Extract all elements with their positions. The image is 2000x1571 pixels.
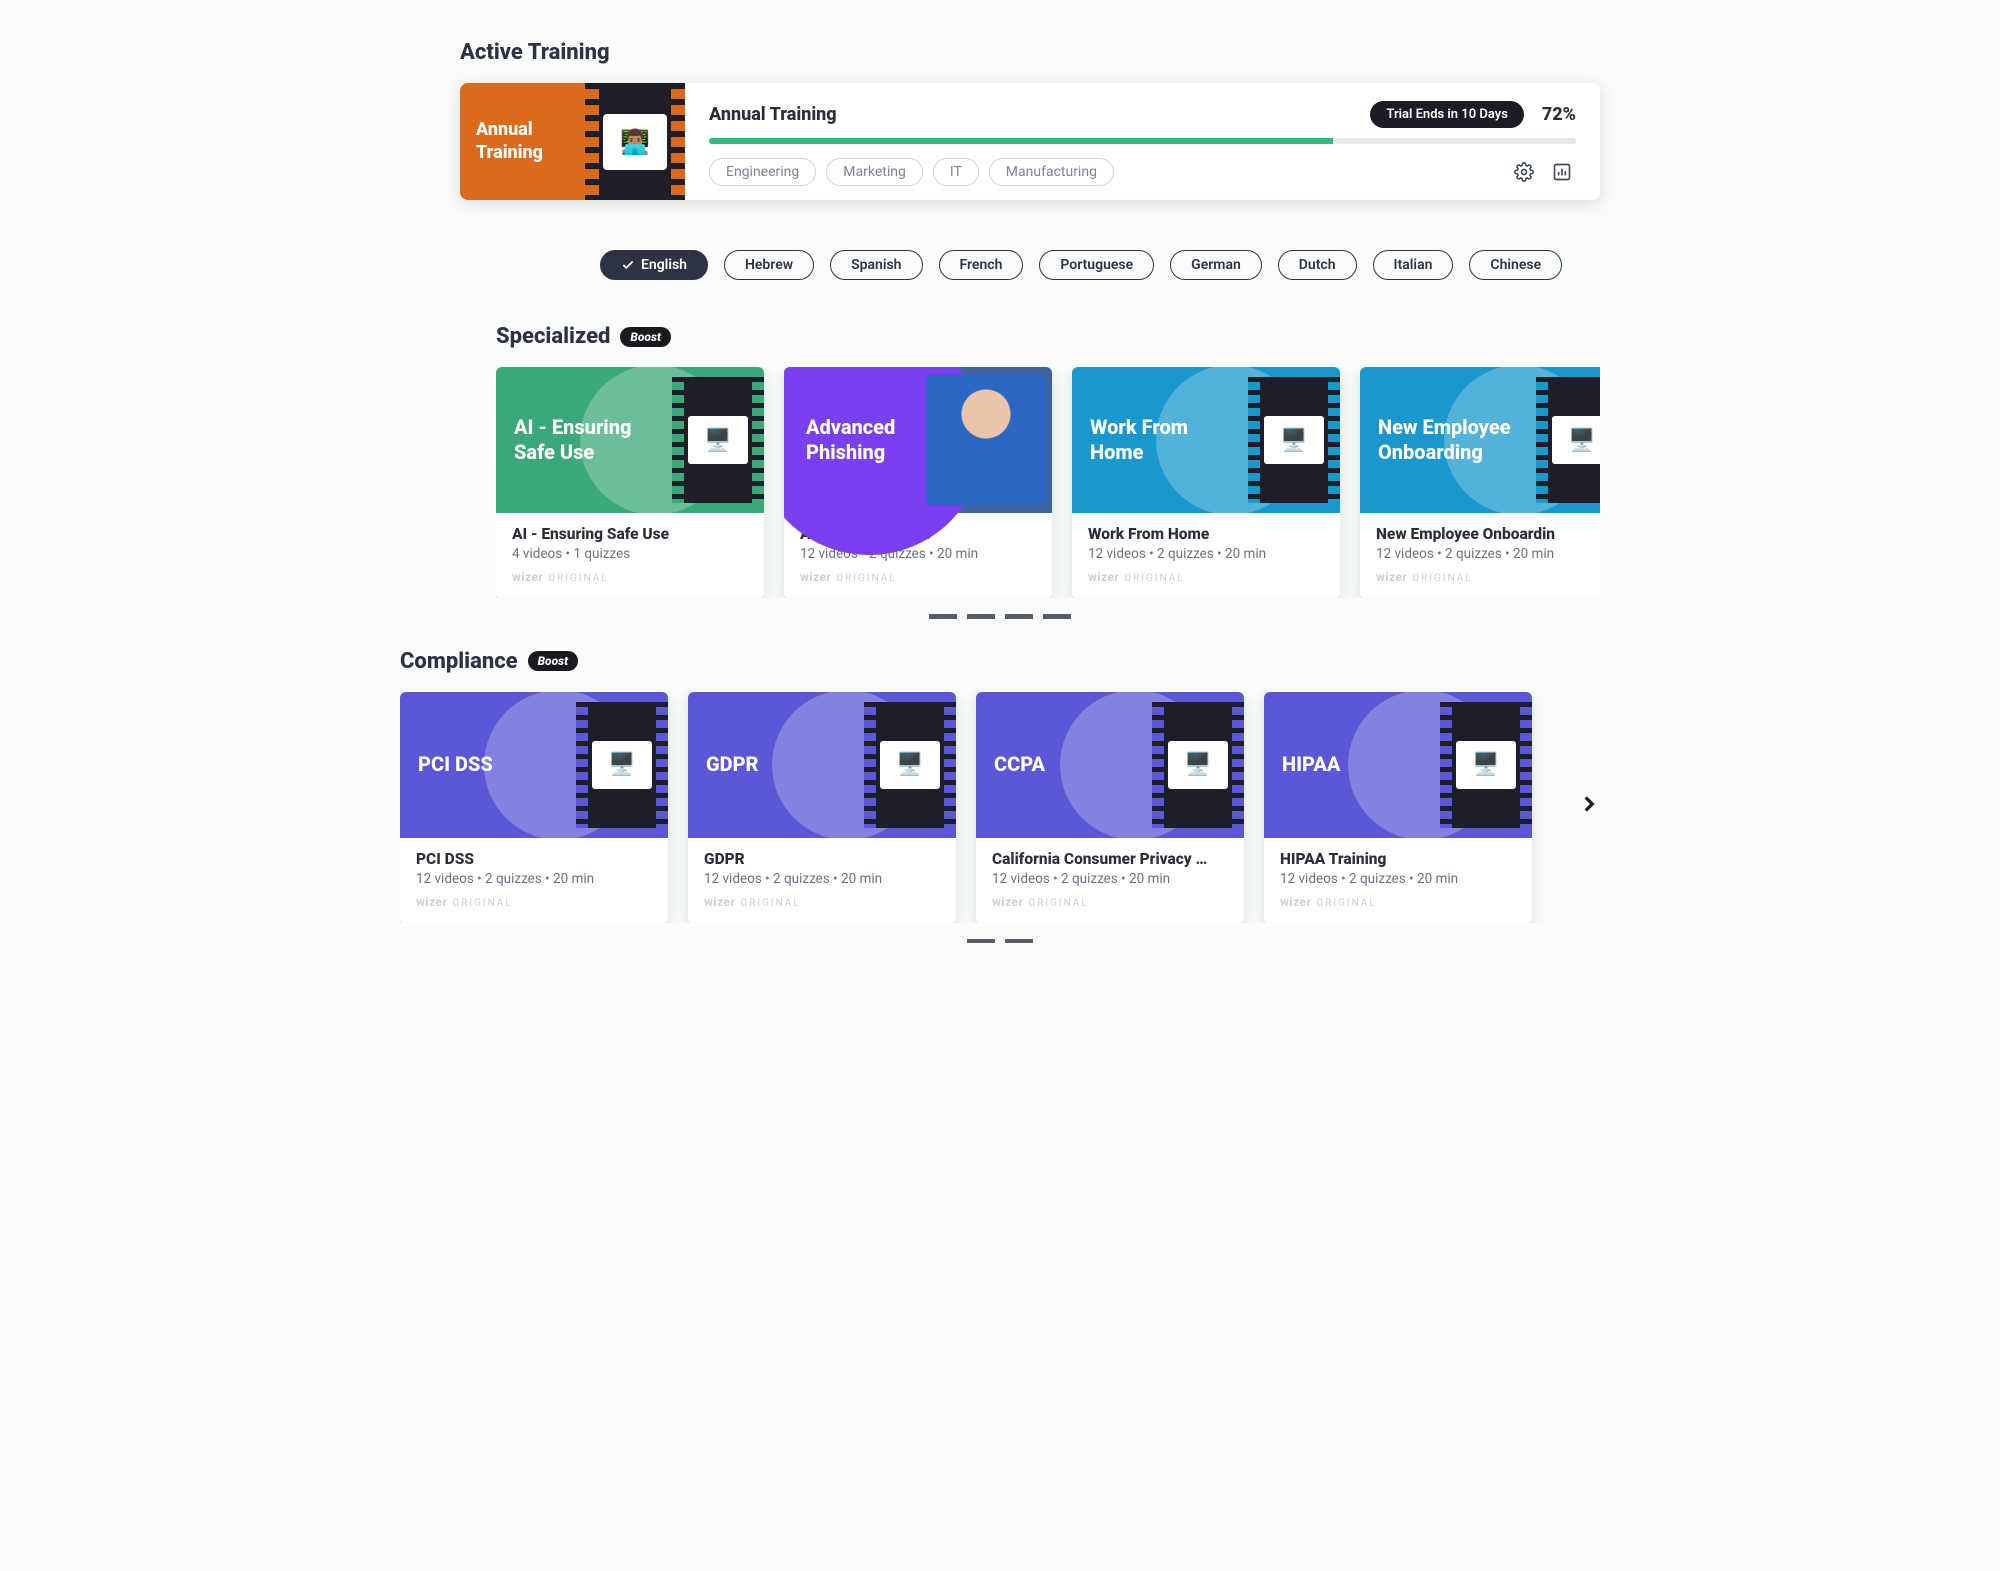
language-pill[interactable]: Italian (1373, 250, 1454, 280)
check-icon (621, 258, 635, 272)
course-card[interactable]: New Employee Onboarding🖥️ New Employee On… (1360, 367, 1600, 598)
course-thumbnail: PCI DSS🖥️ (400, 692, 668, 838)
course-meta: 12 videos • 2 quizzes • 20 min (416, 871, 652, 887)
course-meta: 12 videos • 2 quizzes • 20 min (992, 871, 1228, 887)
language-pill[interactable]: French (939, 250, 1024, 280)
bar-chart-icon[interactable] (1548, 158, 1576, 186)
course-thumbnail: Advanced Phishing (784, 367, 1052, 513)
language-pill[interactable]: English (600, 250, 708, 280)
active-thumbnail: Annual Training 👨🏽‍💻 (460, 83, 685, 200)
brand-label: wizerORIGINAL (1376, 570, 1600, 584)
course-title: HIPAA Training (1280, 850, 1516, 868)
section-heading-active: Active Training (400, 40, 1600, 65)
course-thumbnail: HIPAA🖥️ (1264, 692, 1532, 838)
course-title: California Consumer Privacy … (992, 850, 1228, 868)
course-title: New Employee Onboardin (1376, 525, 1600, 543)
tag-pill[interactable]: Marketing (826, 158, 923, 186)
trial-badge: Trial Ends in 10 Days (1370, 101, 1523, 128)
course-card[interactable]: AI - Ensuring Safe Use🖥️ AI - Ensuring Sa… (496, 367, 764, 598)
specialized-carousel: AI - Ensuring Safe Use🖥️ AI - Ensuring Sa… (496, 367, 1600, 598)
course-meta: 12 videos • 2 quizzes • 20 min (1088, 546, 1324, 562)
language-pill[interactable]: Portuguese (1039, 250, 1154, 280)
course-card[interactable]: PCI DSS🖥️ PCI DSS 12 videos • 2 quizzes • … (400, 692, 668, 923)
course-card[interactable]: Work From Home🖥️ Work From Home 12 videos … (1072, 367, 1340, 598)
film-strip: 👨🏽‍💻 (585, 83, 685, 200)
boost-badge: Boost (620, 327, 671, 347)
gear-icon[interactable] (1510, 158, 1538, 186)
carousel-dots[interactable] (400, 939, 1600, 944)
brand-label: wizerORIGINAL (704, 895, 940, 909)
language-pill[interactable]: Chinese (1469, 250, 1562, 280)
chevron-right-icon[interactable] (1572, 787, 1606, 821)
compliance-carousel: PCI DSS🖥️ PCI DSS 12 videos • 2 quizzes • … (400, 692, 1600, 923)
brand-label: wizerORIGINAL (1280, 895, 1516, 909)
brand-label: wizerORIGINAL (416, 895, 652, 909)
course-meta: 4 videos • 1 quizzes (512, 546, 748, 562)
course-title: AI - Ensuring Safe Use (512, 525, 748, 543)
tag-pill[interactable]: Manufacturing (989, 158, 1114, 186)
brand-label: wizerORIGINAL (992, 895, 1228, 909)
language-pill[interactable]: Dutch (1278, 250, 1357, 280)
course-card[interactable]: HIPAA🖥️ HIPAA Training 12 videos • 2 quizz… (1264, 692, 1532, 923)
chevron-right-icon[interactable] (1572, 463, 1606, 497)
course-meta: 12 videos • 2 quizzes • 20 min (1376, 546, 1600, 562)
language-row: English Hebrew Spanish French Portuguese Germ… (600, 250, 1600, 280)
course-thumbnail: CCPA🖥️ (976, 692, 1244, 838)
brand-label: wizerORIGINAL (512, 570, 748, 584)
language-pill[interactable]: German (1170, 250, 1262, 280)
progress-percent: 72% (1542, 104, 1576, 125)
tag-pill[interactable]: IT (933, 158, 979, 186)
course-meta: 12 videos • 2 quizzes • 20 min (704, 871, 940, 887)
progress-bar (709, 138, 1576, 144)
course-title: PCI DSS (416, 850, 652, 868)
course-thumbnail: Work From Home🖥️ (1072, 367, 1340, 513)
brand-label: wizerORIGINAL (1088, 570, 1324, 584)
course-card[interactable]: GDPR🖥️ GDPR 12 videos • 2 quizzes • 20 min… (688, 692, 956, 923)
language-pill[interactable]: Hebrew (724, 250, 814, 280)
carousel-dots[interactable] (400, 614, 1600, 619)
course-card[interactable]: Advanced PhishingAnnual Training 2012 vi… (784, 367, 1052, 598)
course-title: GDPR (704, 850, 940, 868)
section-heading-specialized: Specialized Boost (400, 324, 1600, 349)
tag-pill[interactable]: Engineering (709, 158, 816, 186)
course-thumbnail: AI - Ensuring Safe Use🖥️ (496, 367, 764, 513)
active-title: Annual Training (709, 104, 837, 125)
boost-badge: Boost (528, 651, 579, 671)
course-thumbnail: GDPR🖥️ (688, 692, 956, 838)
section-heading-compliance: Compliance Boost (400, 649, 1600, 674)
brand-label: wizerORIGINAL (800, 570, 1036, 584)
course-meta: 12 videos • 2 quizzes • 20 min (1280, 871, 1516, 887)
course-title: Work From Home (1088, 525, 1324, 543)
active-training-card[interactable]: Annual Training 👨🏽‍💻 Annual Training Tri… (460, 83, 1600, 200)
language-pill[interactable]: Spanish (830, 250, 922, 280)
course-thumbnail: New Employee Onboarding🖥️ (1360, 367, 1600, 513)
course-card[interactable]: CCPA🖥️ California Consumer Privacy … 12 vi… (976, 692, 1244, 923)
